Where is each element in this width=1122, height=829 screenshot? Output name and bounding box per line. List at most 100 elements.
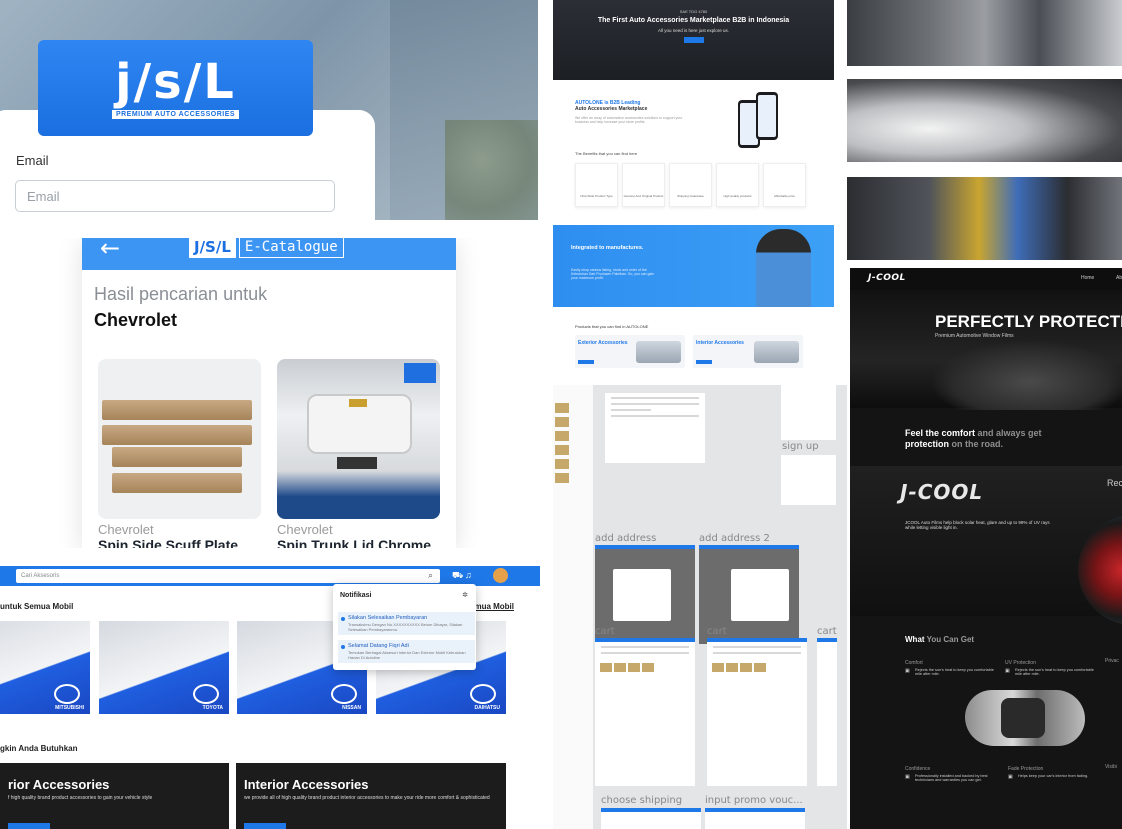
catalogue-logo-mark: J/S/L (189, 238, 236, 258)
product-brand: Chevrolet (98, 522, 154, 537)
frame-label: cart (707, 626, 727, 637)
notification-dropdown: Notifikasi ✲ Silakan Selesaikan Pembayar… (333, 584, 476, 670)
feature-desc: Rejects the sun's heat to keep you comfo… (905, 668, 995, 676)
feature-title: Confidence (905, 766, 931, 772)
box-title: Interior Accessories (696, 340, 744, 346)
benefit-cards: Ultra Wide Product Type Genuine And Orig… (575, 163, 806, 207)
product-brand: Chevrolet (277, 522, 333, 537)
integration-section: Integrated to manufactures. Easily shop … (553, 225, 834, 307)
integration-title: Integrated to manufactures. (571, 245, 644, 251)
wire-page (781, 385, 836, 440)
unread-dot (341, 645, 345, 649)
brand-card-toyota[interactable]: TOYOTA (99, 621, 229, 714)
interior-accessories-card[interactable]: Interior Accessories we provide all of h… (236, 763, 506, 829)
phone-frame: ← J/S/L E-Catalogue Hasil pencarian untu… (82, 238, 456, 548)
product-name: Spin Side Scuff Plate (98, 537, 239, 548)
hero-title: The First Auto Accessories Marketplace B… (597, 17, 790, 24)
cart-frame (817, 638, 837, 786)
card-title: Interior Accessories (244, 777, 369, 792)
email-field[interactable] (15, 180, 335, 212)
jcool-nav-logo[interactable]: J-COOL (868, 273, 906, 283)
feature-desc: Rejects the sun's heat to keep you comfo… (1005, 668, 1095, 676)
feature-privacy: Privac (1105, 658, 1122, 664)
search-result-label: Hasil pencarian untuk (94, 284, 268, 304)
phones-illustration (736, 92, 784, 154)
what-you-can-get-heading: What You Can Get (905, 635, 974, 644)
notification-item-body: Temukan Berbagai Aksesori Interior Dan E… (348, 650, 466, 660)
hero-subtitle: Premium Automotive Window Films (935, 333, 1014, 339)
jcool-intro-section: J-COOL Rec JCOOL Auto Films help block s… (850, 466, 1122, 616)
bell-icon[interactable]: ♫ (465, 570, 472, 580)
notification-item[interactable]: Silakan Selesaikan Pembayaran Transaksim… (338, 612, 475, 635)
benefit-card: High quality products (716, 163, 759, 207)
logo-tagline: PREMIUM AUTO ACCESSORIES (111, 109, 240, 119)
product-name: Spin Trunk Lid Chrome (277, 537, 432, 548)
toyota-logo-icon (193, 684, 219, 704)
product-card[interactable]: Chevrolet Spin Side Scuff Plate (98, 359, 261, 548)
box-title: Exterior Accessories (578, 340, 628, 346)
feature-title: Visibi (1105, 764, 1117, 770)
feature-title: Comfort (905, 660, 923, 666)
heading-part: You Can Get (926, 635, 975, 644)
headline-part: Feel the comfort (905, 428, 976, 438)
headline-part: protection (905, 439, 949, 449)
feature-visibility: Visibi (1105, 764, 1122, 770)
headline-part: on the road. (949, 439, 1004, 449)
app-header: ← J/S/L E-Catalogue (82, 238, 456, 270)
nissan-logo-icon (331, 684, 357, 704)
cart-icon[interactable]: ⛟ (452, 570, 463, 582)
product-card[interactable]: Chevrolet Spin Trunk Lid Chrome (277, 359, 440, 548)
car-photo (847, 0, 1122, 66)
frame-label: cart (817, 626, 837, 637)
card-button[interactable] (8, 823, 50, 829)
frame-label: cart (595, 626, 615, 637)
benefit-card: Ultra Wide Product Type (575, 163, 618, 207)
exterior-box[interactable]: Exterior Accessories (575, 335, 685, 368)
landing-hero: SAE TDG 4780 The First Auto Accessories … (553, 0, 834, 80)
frame-label: sign up (782, 441, 819, 452)
products-section: Products that you can find in AUTOLONE E… (553, 307, 834, 385)
card-desc: we provide all of high quality brand pro… (244, 795, 490, 801)
frame-label: add address (595, 533, 657, 544)
marketplace-home-screen: Cari Aksesoris ⌕ ⛟ ♫ untuk Semua Mobil e… (0, 548, 540, 829)
hero-button[interactable] (683, 37, 704, 43)
hero-title: PERFECTLY PROTECTED (935, 312, 1122, 331)
gear-icon[interactable]: ✲ (462, 591, 468, 599)
brands-heading: untuk Semua Mobil (0, 602, 74, 611)
about-section: AUTOLONE is B2B Leading Auto Accessories… (553, 80, 834, 225)
search-input[interactable]: Cari Aksesoris (16, 569, 440, 583)
jcool-logo-large: J-COOL (900, 480, 984, 504)
frame-label: choose shipping (601, 795, 683, 806)
avatar[interactable] (493, 568, 508, 583)
nav-home-link[interactable]: Home (1081, 275, 1094, 281)
heading-part: What (905, 635, 927, 644)
brand-label: MITSUBISHI (55, 705, 84, 711)
nav-about-link[interactable]: Ab (1116, 275, 1122, 281)
feature-desc: Professionally installed and backed by b… (905, 774, 995, 782)
box-button[interactable] (696, 360, 712, 364)
cart-frame (707, 638, 807, 786)
search-icon[interactable]: ⌕ (428, 570, 433, 581)
hero-subtitle: All you need is here just explore us. (657, 28, 730, 33)
hero-car-image (930, 340, 1122, 410)
brand-card-mitsubishi[interactable]: MITSUBISHI (0, 621, 90, 714)
integration-paragraph: Easily shop various listing, stock and o… (571, 268, 655, 280)
products-label: Products that you can find in AUTOLONE (575, 324, 649, 329)
car-photo-strip (847, 0, 1122, 262)
catalogue-logo: J/S/L E-Catalogue (189, 238, 344, 258)
arrow-left-icon[interactable]: ← (100, 238, 120, 262)
about-title: Auto Accessories Marketplace (575, 106, 648, 112)
feature-uv-protection: UV Protection Rejects the sun's heat to … (1005, 660, 1095, 676)
feature-title: Fade Protection (1008, 766, 1044, 772)
card-desc: f high quality brand product accessories… (8, 795, 153, 801)
card-button[interactable] (244, 823, 286, 829)
brand-label: TOYOTA (202, 705, 223, 711)
jcool-hero: PERFECTLY PROTECTED Premium Automotive W… (850, 290, 1122, 410)
jsl-login-screen: j/s/L PREMIUM AUTO ACCESSORIES Email (0, 0, 538, 220)
box-button[interactable] (578, 360, 594, 364)
notification-item[interactable]: Selamat Datang Fiqri Adi Temukan Berbaga… (338, 640, 475, 663)
interior-box[interactable]: Interior Accessories (693, 335, 803, 368)
car-photo (847, 177, 1122, 260)
exterior-accessories-card[interactable]: rior Accessories f high quality brand pr… (0, 763, 229, 829)
box-image (754, 341, 799, 363)
